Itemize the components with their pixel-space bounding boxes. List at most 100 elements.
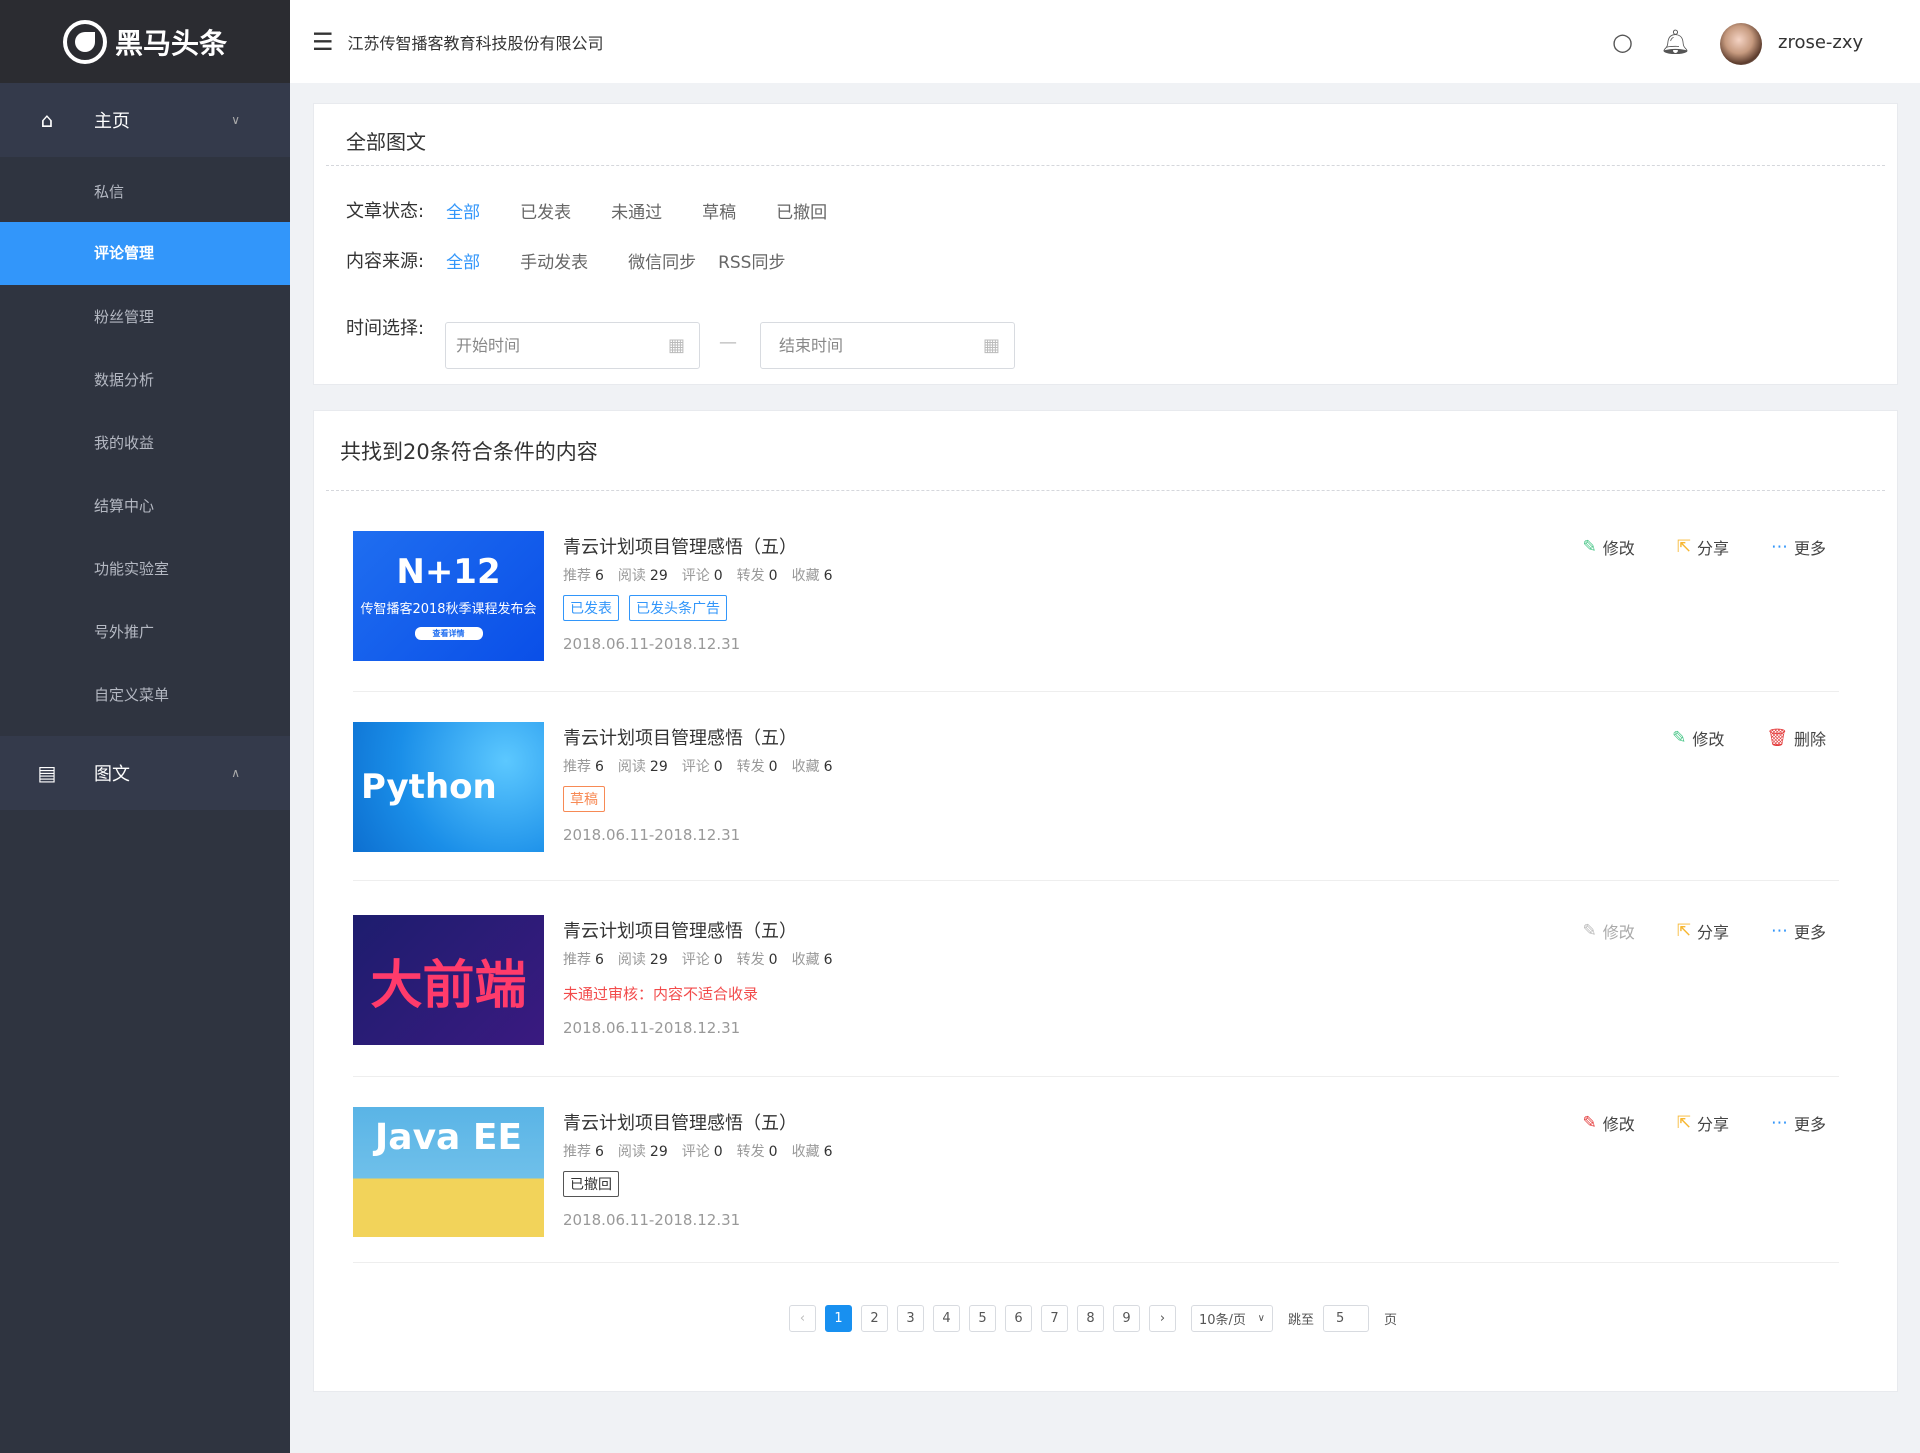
share-button[interactable]: ⇱ 分享 — [1677, 535, 1729, 559]
share-button[interactable]: ⇱ 分享 — [1677, 1111, 1729, 1135]
sidebar-item-custom-menu[interactable]: 自定义菜单 — [0, 664, 290, 727]
stat-value: 0 — [768, 952, 778, 968]
status-option-published[interactable]: 已发表 — [520, 198, 571, 223]
edit-button[interactable]: ✎ 修改 — [1582, 535, 1634, 559]
article-thumbnail[interactable]: Java EE — [353, 1107, 544, 1237]
source-option-all[interactable]: 全部 — [446, 248, 480, 273]
start-date-input[interactable]: 开始时间 ▦ — [445, 322, 700, 369]
trash-icon: 🗑︎ — [1766, 728, 1788, 748]
article-thumbnail[interactable]: 大前端 — [353, 915, 544, 1045]
bell-icon[interactable]: 🔔︎ — [1660, 28, 1690, 56]
edit-button[interactable]: ✎ 修改 — [1582, 1111, 1634, 1135]
article-title[interactable]: 青云计划项目管理感悟（五） — [563, 533, 797, 559]
sidebar-item-settlement[interactable]: 结算中心 — [0, 475, 290, 538]
calendar-icon: ▦ — [982, 335, 1000, 356]
avatar[interactable] — [1720, 23, 1762, 65]
sidebar-group-home[interactable]: ⌂ 主页 ∨ — [0, 83, 290, 157]
article-stats: 推荐 6 阅读 29 评论 0 转发 0 收藏 6 — [563, 1141, 847, 1161]
page-size-select[interactable]: 10条/页 ∨ — [1191, 1305, 1273, 1332]
thumbnail-text: Python — [361, 767, 497, 807]
page-button[interactable]: 1 — [825, 1305, 852, 1332]
thumbnail-text: 大前端 — [370, 955, 527, 1016]
source-option-wechat[interactable]: 微信同步 — [628, 248, 696, 273]
article-title[interactable]: 青云计划项目管理感悟（五） — [563, 1109, 797, 1135]
status-label: 文章状态: — [346, 201, 425, 222]
status-badge: 草稿 — [563, 786, 605, 812]
page-button[interactable]: 9 — [1113, 1305, 1140, 1332]
stat-label: 推荐 — [563, 759, 591, 775]
status-option-withdrawn[interactable]: 已撤回 — [776, 198, 827, 223]
article-thumbnail[interactable]: N+12 传智播客2018秋季课程发布会 查看详情 — [353, 531, 544, 661]
sidebar-item-comments[interactable]: 评论管理 — [0, 222, 290, 285]
page-button[interactable]: 6 — [1005, 1305, 1032, 1332]
page-button[interactable]: 2 — [861, 1305, 888, 1332]
action-label: 更多 — [1793, 923, 1826, 942]
stat-value: 29 — [649, 759, 668, 775]
stat-label: 阅读 — [617, 1144, 646, 1160]
username[interactable]: zrose-zxy — [1778, 32, 1863, 53]
page-button[interactable]: 5 — [969, 1305, 996, 1332]
next-page-button[interactable]: › — [1149, 1305, 1176, 1332]
stat-value: 0 — [768, 568, 778, 584]
article-title[interactable]: 青云计划项目管理感悟（五） — [563, 724, 797, 750]
stat-value: 0 — [713, 1144, 723, 1160]
sidebar-item-promotion[interactable]: 号外推广 — [0, 601, 290, 664]
sidebar-item-income[interactable]: 我的收益 — [0, 412, 290, 475]
sidebar-group-articles[interactable]: ▤ 图文 ∧ — [0, 736, 290, 810]
edit-icon: ✎ — [1582, 537, 1597, 557]
menu-toggle-icon[interactable]: ☰ — [312, 28, 334, 56]
more-button[interactable]: ⋯ 更多 — [1771, 919, 1826, 943]
page-button[interactable]: 3 — [897, 1305, 924, 1332]
page-button[interactable]: 4 — [933, 1305, 960, 1332]
page-button[interactable]: 7 — [1041, 1305, 1068, 1332]
action-label: 删除 — [1793, 730, 1826, 749]
more-button[interactable]: ⋯ 更多 — [1771, 1111, 1826, 1135]
results-count: 共找到20条符合条件的内容 — [340, 440, 598, 464]
stat-label: 评论 — [681, 568, 710, 584]
action-label: 分享 — [1696, 923, 1729, 942]
stat-label: 阅读 — [617, 759, 646, 775]
sidebar-item-messages[interactable]: 私信 — [0, 161, 290, 224]
page-size-value: 10条/页 — [1199, 1313, 1246, 1328]
delete-button[interactable]: 🗑︎ 删除 — [1766, 726, 1826, 750]
status-option-rejected[interactable]: 未通过 — [611, 198, 662, 223]
edit-button[interactable]: ✎ 修改 — [1582, 919, 1634, 943]
stat-value: 6 — [595, 1144, 604, 1160]
status-filter: 文章状态: 全部 已发表 未通过 草稿 已撤回 — [346, 197, 867, 223]
more-button[interactable]: ⋯ 更多 — [1771, 535, 1826, 559]
stat-label: 转发 — [736, 759, 765, 775]
end-date-input[interactable]: 结束时间 ▦ — [760, 322, 1015, 369]
status-option-all[interactable]: 全部 — [446, 198, 480, 223]
stat-value: 6 — [595, 759, 604, 775]
source-filter: 内容来源: 全部 手动发表 微信同步 RSS同步 — [346, 247, 825, 273]
article-item: 大前端 青云计划项目管理感悟（五） 推荐 6 阅读 29 评论 0 转发 0 收藏 6 未通过审核… — [353, 915, 1839, 1075]
status-option-draft[interactable]: 草稿 — [702, 198, 736, 223]
logo: 黑马头条 — [0, 0, 290, 83]
sidebar-item-fans[interactable]: 粉丝管理 — [0, 286, 290, 349]
more-icon: ⋯ — [1770, 1113, 1788, 1133]
company-name: 江苏传智播客教育科技股份有限公司 — [347, 33, 604, 53]
share-button[interactable]: ⇱ 分享 — [1677, 919, 1729, 943]
prev-page-button[interactable]: ‹ — [789, 1305, 816, 1332]
stat-value: 6 — [823, 1144, 833, 1160]
jump-page-input[interactable]: 5 — [1323, 1305, 1370, 1332]
article-title[interactable]: 青云计划项目管理感悟（五） — [563, 917, 797, 943]
stat-label: 收藏 — [791, 568, 820, 584]
thumbnail-text: N+12 — [396, 552, 501, 592]
stat-label: 评论 — [681, 759, 710, 775]
source-option-manual[interactable]: 手动发表 — [520, 248, 588, 273]
action-label: 更多 — [1793, 1115, 1826, 1134]
page-button[interactable]: 8 — [1077, 1305, 1104, 1332]
search-icon[interactable]: ○ — [1612, 28, 1633, 56]
sidebar: 黑马头条 ⌂ 主页 ∨ 私信 评论管理 粉丝管理 数据分析 我的收益 结算中心 功能… — [0, 0, 290, 1453]
sidebar-item-lab[interactable]: 功能实验室 — [0, 538, 290, 601]
sidebar-item-analytics[interactable]: 数据分析 — [0, 349, 290, 412]
chevron-down-icon: ∨ — [1257, 1313, 1265, 1324]
action-label: 修改 — [1602, 1115, 1635, 1134]
source-option-rss[interactable]: RSS同步 — [718, 248, 785, 273]
edit-button[interactable]: ✎ 修改 — [1672, 726, 1724, 750]
end-date-placeholder: 结束时间 — [779, 336, 844, 355]
article-thumbnail[interactable]: Python — [353, 722, 544, 852]
edit-icon: ✎ — [1582, 921, 1597, 941]
status-badge: 已撤回 — [563, 1171, 619, 1197]
